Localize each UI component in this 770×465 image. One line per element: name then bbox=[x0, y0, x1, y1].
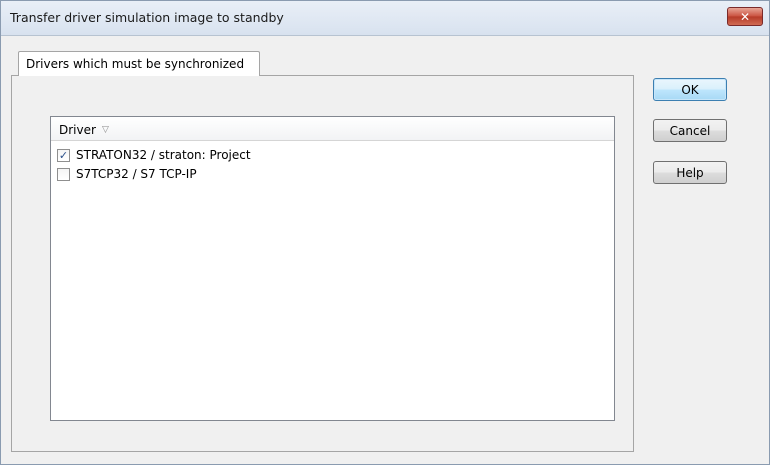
cancel-button-label: Cancel bbox=[669, 123, 711, 138]
window-title: Transfer driver simulation image to stan… bbox=[10, 10, 284, 25]
list-item-label: S7TCP32 / S7 TCP-IP bbox=[76, 167, 197, 181]
tab-panel: Driver ▽ ✓ STRATON32 / straton: Project … bbox=[11, 75, 634, 452]
sort-descending-icon: ▽ bbox=[101, 125, 109, 135]
column-header-label: Driver bbox=[59, 123, 96, 137]
tab-label: Drivers which must be synchronized bbox=[26, 57, 245, 71]
ok-button[interactable]: OK bbox=[653, 78, 727, 101]
checkbox-checked[interactable]: ✓ bbox=[57, 148, 70, 162]
cancel-button[interactable]: Cancel bbox=[653, 119, 727, 142]
checkbox-unchecked[interactable] bbox=[57, 167, 70, 181]
list-item-label: STRATON32 / straton: Project bbox=[76, 148, 251, 162]
ok-button-label: OK bbox=[681, 82, 699, 97]
help-button[interactable]: Help bbox=[653, 161, 727, 184]
list-header: Driver ▽ bbox=[51, 117, 614, 141]
dialog-window: Transfer driver simulation image to stan… bbox=[0, 0, 770, 465]
column-header-driver[interactable]: Driver ▽ bbox=[59, 123, 109, 137]
list-item[interactable]: ✓ STRATON32 / straton: Project bbox=[57, 146, 251, 164]
close-button[interactable]: ✕ bbox=[727, 7, 763, 26]
tab-drivers-sync[interactable]: Drivers which must be synchronized bbox=[18, 51, 260, 76]
close-icon: ✕ bbox=[739, 9, 751, 24]
driver-list[interactable]: Driver ▽ ✓ STRATON32 / straton: Project … bbox=[50, 116, 615, 421]
help-button-label: Help bbox=[676, 165, 704, 180]
title-bar: Transfer driver simulation image to stan… bbox=[1, 1, 769, 36]
list-item[interactable]: S7TCP32 / S7 TCP-IP bbox=[57, 165, 197, 183]
